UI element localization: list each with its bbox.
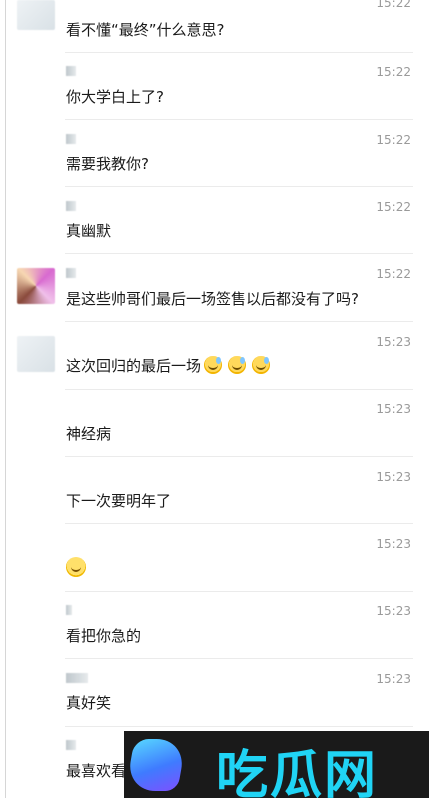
message-time: 15:23: [376, 672, 411, 686]
sender-name: [66, 201, 76, 211]
message-divider: [65, 658, 413, 659]
watermark-banner: 吃瓜网: [124, 731, 429, 798]
sender-name: [66, 605, 72, 615]
message-time: 15:22: [376, 65, 411, 79]
smile-emoji-icon: [66, 557, 86, 577]
message-text: 看把你急的: [66, 627, 142, 645]
message-text: 是这些帅哥们最后一场签售以后都没有了吗?: [66, 290, 359, 308]
message-time: 15:22: [376, 133, 411, 147]
grinning-sweat-emoji-icon: [204, 356, 223, 374]
message-time: 15:22: [376, 200, 411, 214]
message-divider: [65, 52, 413, 53]
message-time: 15:22: [376, 0, 411, 10]
message-text: 下一次要明年了: [66, 492, 172, 510]
message-divider: [65, 119, 413, 120]
window-left-border: [5, 0, 6, 798]
message-time: 15:23: [376, 537, 411, 551]
message-divider: [65, 591, 413, 592]
message-divider: [65, 456, 413, 457]
message-divider: [65, 321, 413, 322]
sender-name: [66, 66, 76, 76]
message-text: 你大学白上了?: [66, 88, 164, 106]
message-text: 这次回归的最后一场: [66, 357, 202, 375]
message-divider: [65, 186, 413, 187]
sender-name: [66, 134, 76, 144]
avatar[interactable]: [17, 268, 55, 304]
message-divider: [65, 726, 413, 727]
grinning-sweat-emoji-icon: [228, 356, 247, 374]
sender-name: [66, 673, 88, 683]
message-row: 这次回归的最后一场: [66, 355, 271, 376]
message-time: 15:22: [376, 267, 411, 281]
watermark-logo-icon: [125, 739, 187, 791]
message-divider: [65, 523, 413, 524]
message-text: 看不懂“最终”什么意思?: [66, 21, 225, 39]
message-time: 15:23: [376, 402, 411, 416]
message-divider: [65, 389, 413, 390]
avatar[interactable]: [17, 0, 55, 30]
message-time: 15:23: [376, 335, 411, 349]
message-time: 15:23: [376, 470, 411, 484]
avatar[interactable]: [17, 336, 55, 372]
grinning-sweat-emoji-icon: [252, 356, 271, 374]
message-text: 真好笑: [66, 694, 112, 712]
message-text: 真幽默: [66, 222, 112, 240]
message-text: 需要我教你?: [66, 155, 149, 173]
watermark-text: 吃瓜网: [216, 746, 379, 798]
sender-name: [66, 268, 76, 278]
message-divider: [65, 253, 413, 254]
message-time: 15:23: [376, 604, 411, 618]
message-text: 神经病: [66, 425, 112, 443]
sender-name: [66, 740, 76, 750]
